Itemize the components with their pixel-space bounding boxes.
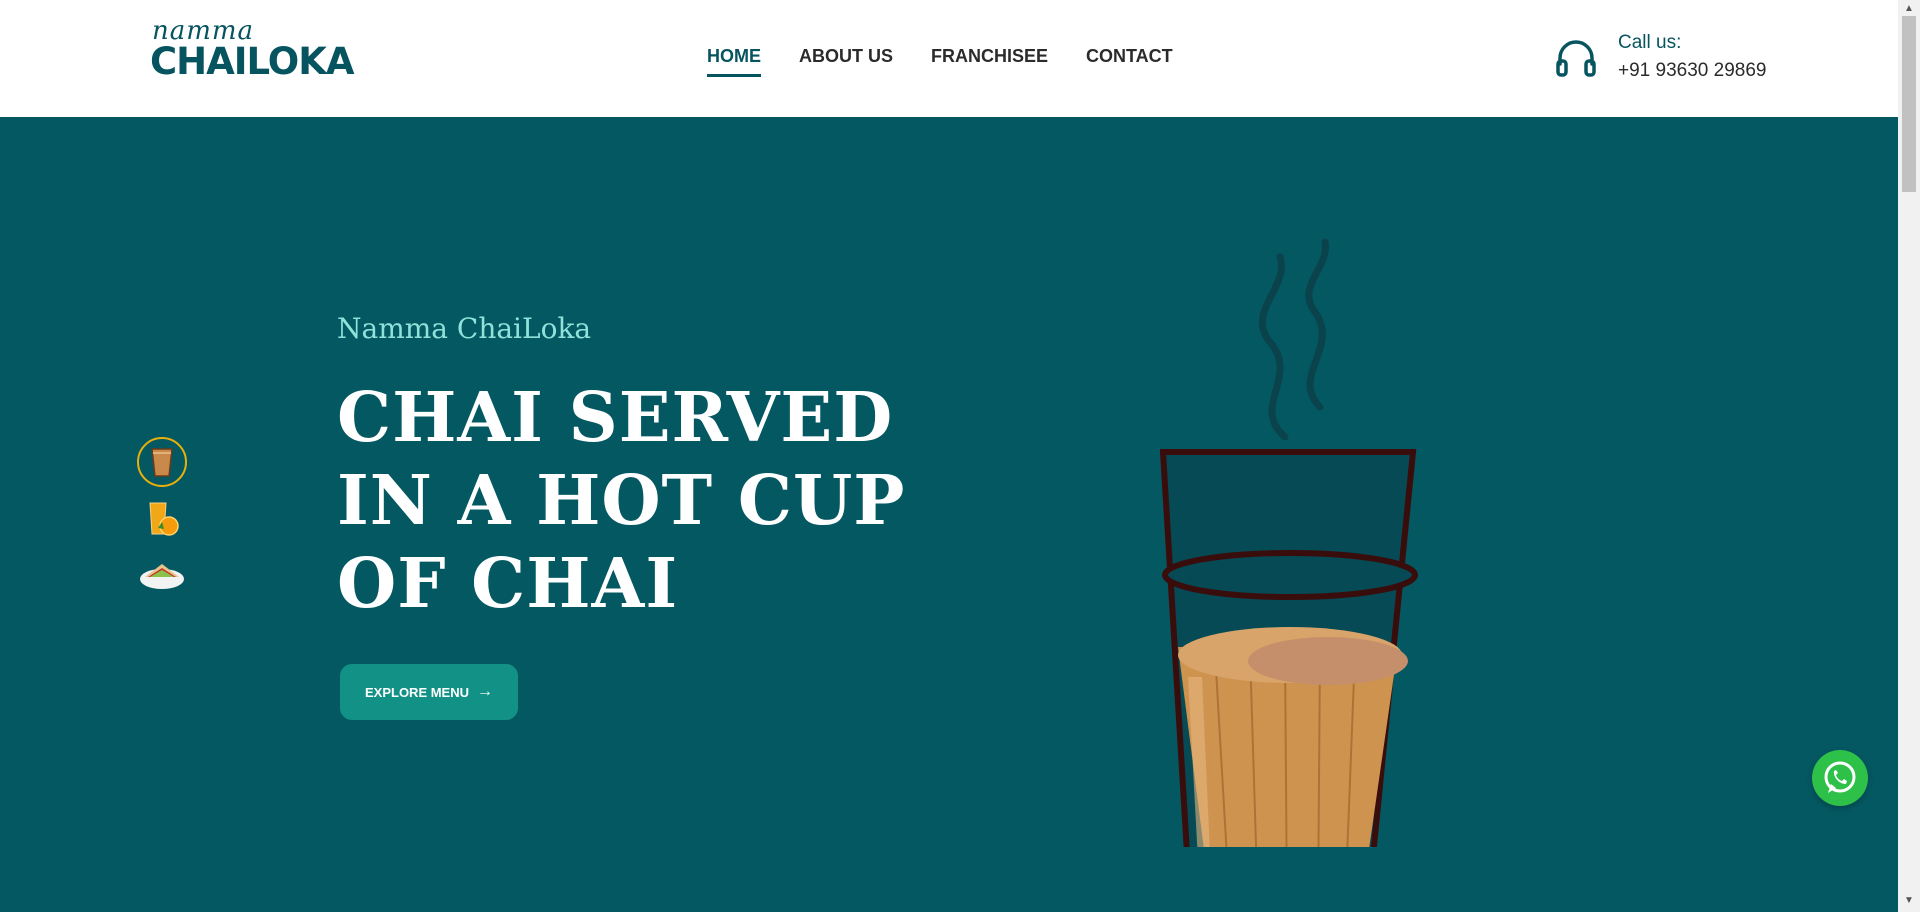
page-scrollbar[interactable]: ▲ ▼ bbox=[1898, 0, 1920, 912]
hero-title-line-3: OF CHAI bbox=[337, 544, 679, 624]
arrow-right-icon: → bbox=[477, 683, 493, 700]
hero-title: CHAI SERVED IN A HOT CUP OF CHAI bbox=[337, 377, 957, 626]
explore-menu-label: EXPLORE MENU bbox=[364, 684, 469, 700]
hero-subtitle: Namma ChaiLoka bbox=[337, 312, 592, 345]
sandwich-icon bbox=[140, 564, 184, 589]
nav-item-about-us[interactable]: ABOUT US bbox=[799, 46, 893, 73]
nav-item-franchisee[interactable]: FRANCHISEE bbox=[931, 46, 1048, 73]
chai-glass-icon bbox=[151, 448, 173, 477]
explore-menu-button[interactable]: EXPLORE MENU → bbox=[340, 664, 518, 720]
logo[interactable]: namma CHAILOKA bbox=[150, 16, 355, 84]
whatsapp-icon bbox=[1824, 761, 1856, 793]
thumb-chai-glass[interactable] bbox=[137, 437, 187, 487]
logo-wordmark: CHAILOKA bbox=[150, 40, 355, 83]
headset-icon bbox=[1556, 40, 1596, 77]
orange-juice-icon bbox=[149, 502, 179, 536]
scroll-up-icon[interactable]: ▲ bbox=[1904, 3, 1914, 14]
whatsapp-button[interactable] bbox=[1812, 750, 1868, 806]
main-nav: HOME ABOUT US FRANCHISEE CONTACT bbox=[707, 46, 1173, 77]
thumb-orange-juice[interactable] bbox=[137, 493, 187, 543]
call-label: Call us: bbox=[1618, 32, 1682, 53]
site-header: namma CHAILOKA HOME ABOUT US FRANCHISEE … bbox=[0, 0, 1898, 117]
chai-glass-illustration bbox=[1159, 238, 1418, 847]
scroll-down-icon[interactable]: ▼ bbox=[1904, 895, 1914, 906]
hero-title-line-2: IN A HOT CUP bbox=[337, 461, 906, 541]
nav-item-home[interactable]: HOME bbox=[707, 46, 761, 77]
scrollbar-thumb[interactable] bbox=[1902, 16, 1916, 192]
hero-section: Namma ChaiLoka CHAI SERVED IN A HOT CUP … bbox=[0, 117, 1898, 912]
page: namma CHAILOKA HOME ABOUT US FRANCHISEE … bbox=[0, 0, 1920, 912]
thumb-sandwich[interactable] bbox=[137, 549, 187, 599]
nav-item-contact[interactable]: CONTACT bbox=[1086, 46, 1173, 73]
phone-link[interactable]: +91 93630 29869 bbox=[1618, 60, 1766, 82]
hero-title-line-1: CHAI SERVED bbox=[337, 378, 894, 458]
